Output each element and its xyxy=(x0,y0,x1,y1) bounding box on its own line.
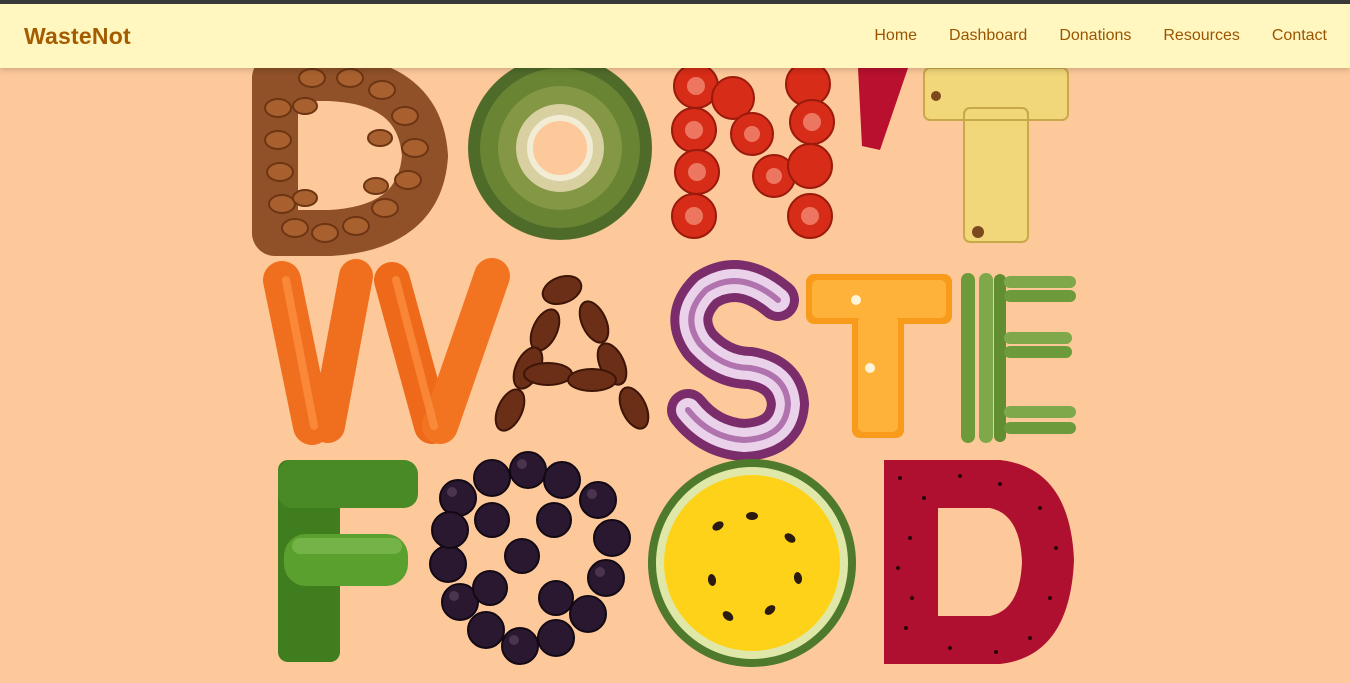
brand-logo[interactable]: WasteNot xyxy=(24,23,131,50)
hero-image-dont-waste-food xyxy=(0,68,1350,683)
nav-link-donations[interactable]: Donations xyxy=(1059,27,1131,45)
letter-o-watermelon xyxy=(648,459,856,667)
letter-d-dragon-fruit xyxy=(884,460,1074,664)
hero-banner xyxy=(0,68,1350,683)
nav-link-home[interactable]: Home xyxy=(874,27,917,45)
navbar: WasteNot Home Dashboard Donations Resour… xyxy=(0,4,1350,68)
main-nav: Home Dashboard Donations Resources Conta… xyxy=(874,27,1327,45)
nav-link-dashboard[interactable]: Dashboard xyxy=(949,27,1027,45)
nav-link-contact[interactable]: Contact xyxy=(1272,27,1327,45)
nav-link-resources[interactable]: Resources xyxy=(1163,27,1239,45)
